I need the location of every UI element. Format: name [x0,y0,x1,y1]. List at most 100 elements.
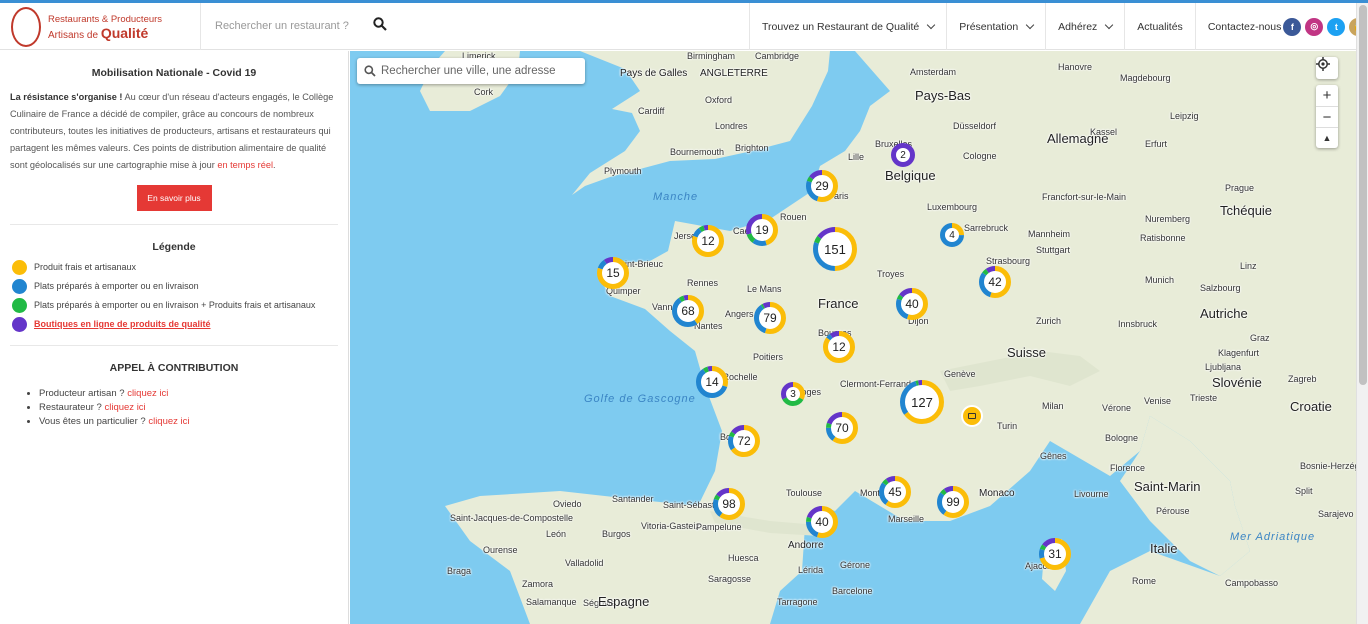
scrollbar-thumb[interactable] [1359,5,1367,385]
logo-line-2: Artisans de Qualité [48,25,149,41]
instagram-icon[interactable]: ◎ [1305,17,1324,36]
map-cluster[interactable]: 68 [671,294,705,328]
contribution-link[interactable]: cliquez ici [127,388,168,399]
map-place-label: Livourne [1074,489,1109,499]
nav-item-0[interactable]: Trouvez un Restaurant de Qualité [749,3,946,50]
map-cluster[interactable]: 99 [936,485,970,519]
sidebar-intro: La résistance s'organise ! Au cœur d'un … [10,92,334,170]
map-place-label: Bosnie-Herzégovine [1300,461,1356,471]
map-cluster[interactable]: 4 [939,222,965,248]
map-place-label: Mannheim [1028,229,1071,239]
cluster-count: 151 [824,241,846,257]
facebook-icon[interactable]: f [1283,17,1302,36]
restaurant-search-input[interactable] [201,3,741,49]
map-place-label: Vérone [1102,403,1132,413]
map-place-label: Munich [1145,275,1175,285]
map-cluster[interactable]: 40 [805,505,839,539]
map-place-label: Stuttgart [1036,245,1071,255]
compass-button[interactable]: ▲ [1316,127,1338,148]
map-place-label: Pays de Galles [620,68,688,79]
twitter-icon[interactable]: t [1327,17,1346,36]
locate-icon[interactable] [1316,57,1338,78]
map-cluster[interactable]: 3 [780,381,806,407]
map-cluster[interactable]: 12 [822,330,856,364]
map-cluster[interactable]: 19 [745,213,779,247]
map-place-label: Turin [997,421,1018,431]
social-links: f◎t🔒 [1283,17,1368,36]
legend-item[interactable]: Boutiques en ligne de produits de qualit… [10,316,338,332]
nav-item-label: Contactez-nous [1207,20,1282,33]
map-cluster[interactable]: 15 [596,256,630,290]
site-logo[interactable]: Restaurants & Producteurs Artisans de Qu… [8,6,198,48]
cluster-count: 29 [815,179,829,193]
map-cluster[interactable]: 127 [899,379,945,425]
map-place-label: Innsbruck [1118,319,1158,329]
nav-item-2[interactable]: Adhérez [1045,3,1124,50]
map-place-label: Genève [944,369,976,379]
chevron-down-icon [1105,20,1114,29]
map-place-label: Ljubljana [1205,362,1242,372]
legend-label: Plats préparés à emporter ou en livraiso… [34,281,199,291]
map-search-input[interactable] [381,58,581,84]
legend-label: Plats préparés à emporter ou en livraiso… [34,300,316,310]
map-place-label: Francfort-sur-le-Main [1042,192,1127,202]
map-cluster[interactable]: 2 [890,142,916,168]
contribution-link[interactable]: cliquez ici [104,402,145,413]
map-place-label: Toulouse [786,488,823,498]
map-place-label: Bologne [1105,433,1139,443]
shop-marker-icon[interactable] [961,405,983,427]
map-place-label: Luxembourg [927,202,978,212]
cluster-count: 40 [815,515,829,529]
realtime-link[interactable]: en temps réel [217,160,273,170]
cluster-count: 40 [905,297,919,311]
map-place-label: Mer Adriatique [1230,531,1316,543]
map-place-label: Vitoria-Gasteiz [641,521,700,531]
info-sidebar: Mobilisation Nationale - Covid 19 La rés… [0,51,349,624]
zoom-out-button[interactable]: − [1316,106,1338,127]
contribution-item: Producteur artisan ? cliquez ici [39,387,338,401]
map-place-label: Gérone [840,560,871,570]
zoom-in-button[interactable]: + [1316,85,1338,106]
nav-item-1[interactable]: Présentation [946,3,1045,50]
map-place-label: Leipzig [1170,111,1199,121]
map-place-label: Linz [1240,261,1257,271]
map-view[interactable]: Pays de Galles ANGLETERRE Limerick Birmingh… [350,51,1356,624]
map-cluster[interactable]: 40 [895,287,929,321]
map-place-label: Milan [1042,401,1064,411]
contribution-text: Vous êtes un particulier ? [39,416,149,427]
logo-line-1: Restaurants & Producteurs [48,14,163,25]
cluster-count: 4 [949,229,955,241]
map-place-label: Espagne [598,594,650,609]
legend-color-dot [12,259,27,275]
map-place-label: Autriche [1200,306,1248,321]
restaurant-search [200,3,750,50]
nav-item-3[interactable]: Actualités [1124,3,1195,50]
map-cluster[interactable]: 29 [805,169,839,203]
map-cluster[interactable]: 12 [691,224,725,258]
map-place-label: Troyes [877,269,905,279]
chevron-down-icon [1025,20,1035,29]
divider [10,345,338,346]
map-cluster[interactable]: 31 [1038,537,1072,571]
map-cluster[interactable]: 45 [878,475,912,509]
map-cluster[interactable]: 70 [825,411,859,445]
map-place-label: Zagreb [1288,374,1317,384]
map-place-label: Slovénie [1212,375,1262,390]
map-cluster[interactable]: 72 [727,424,761,458]
search-icon[interactable] [373,17,387,31]
map-place-label: Trieste [1190,393,1218,403]
map-place-label: Campobasso [1225,578,1279,588]
map-cluster[interactable]: 79 [753,301,787,335]
map-cluster[interactable]: 42 [978,265,1012,299]
contribution-link[interactable]: cliquez ici [148,416,189,427]
map-cluster[interactable]: 14 [695,365,729,399]
map-place-label: Klagenfurt [1218,348,1260,358]
locate-control[interactable] [1316,57,1338,79]
map-cluster[interactable]: 98 [712,487,746,521]
nav-item-4[interactable]: Contactez-nousf◎t🔒 [1194,3,1368,50]
map-cluster[interactable]: 151 [812,226,858,272]
map-place-label: Lille [848,152,865,162]
page-scrollbar[interactable] [1356,3,1368,624]
map-place-label: Rome [1132,576,1157,586]
learn-more-button[interactable]: En savoir plus [136,185,212,211]
